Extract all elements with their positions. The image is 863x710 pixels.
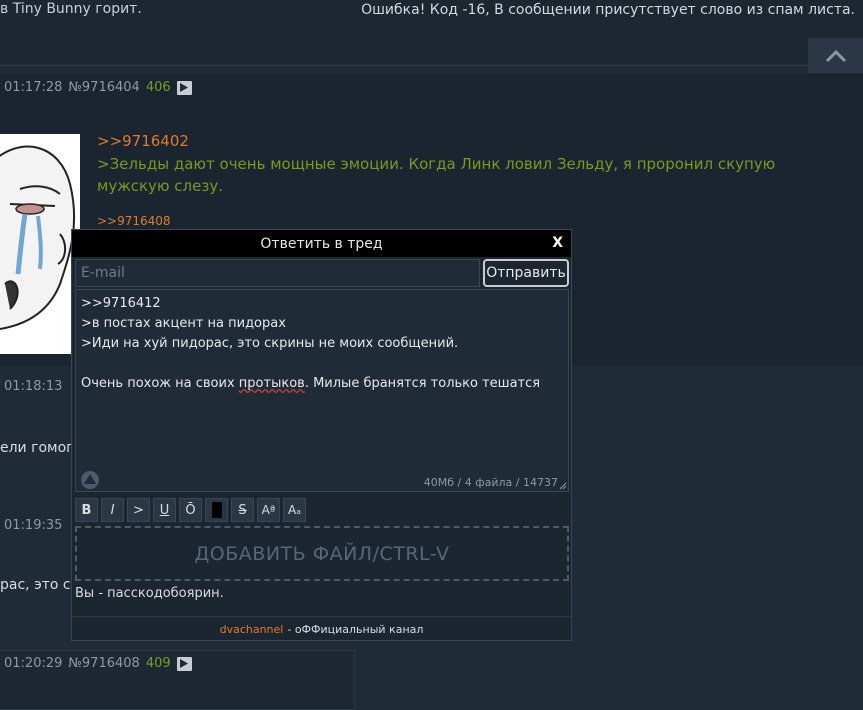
superscript-button[interactable]: Aª xyxy=(257,498,280,522)
reply-form-title-bar[interactable]: Ответить в тред xyxy=(72,230,571,257)
spoiler-icon xyxy=(211,502,222,518)
message-line: >>9716412 xyxy=(81,296,161,311)
post-time: 01:17:28 xyxy=(4,80,63,95)
play-icon xyxy=(180,83,189,92)
scroll-up-button[interactable] xyxy=(808,38,863,73)
italic-button[interactable]: I xyxy=(101,498,124,522)
bold-button[interactable]: B xyxy=(75,498,98,522)
form-footer: dvachannel - оФФициальный канал xyxy=(72,616,571,641)
message-line: >в постах акцент на пидорах xyxy=(81,316,286,331)
post-header: 01:17:28 №9716404 406 xyxy=(4,80,192,95)
strike-button[interactable]: S xyxy=(231,498,254,522)
underline-button[interactable]: U xyxy=(153,498,176,522)
markup-toolbar: B I > U Ō S Aª Aₐ xyxy=(75,498,306,522)
expand-button[interactable] xyxy=(176,656,192,671)
post-header: 01:19:35 xyxy=(4,518,62,533)
subscript-button[interactable]: Aₐ xyxy=(283,498,306,522)
post-header: 01:20:29 №9716408 409 xyxy=(4,656,192,671)
post-header: 01:18:13 xyxy=(4,379,62,394)
message-line-part: Очень похож на своих xyxy=(81,376,239,391)
file-dropzone[interactable]: ДОБАВИТЬ ФАЙЛ/CTRL-V xyxy=(75,526,569,581)
spoiler-button[interactable] xyxy=(205,498,228,522)
post-time: 01:19:35 xyxy=(4,518,63,533)
misspelled-word: протыков xyxy=(238,376,305,391)
post-number[interactable]: №9716404 xyxy=(68,80,139,95)
post-image[interactable] xyxy=(0,134,80,354)
message-textarea[interactable]: >>9716412 >в постах акцент на пидорах >И… xyxy=(75,289,569,492)
play-icon xyxy=(180,659,189,668)
captcha-logo-icon xyxy=(81,471,99,489)
email-field[interactable] xyxy=(75,259,480,287)
reply-count: 409 xyxy=(145,656,171,671)
reply-count: 406 xyxy=(145,80,171,95)
passcode-status: Вы - пасскодобоярин. xyxy=(75,586,224,601)
chevron-up-icon xyxy=(825,49,846,62)
previous-post-text: в Tiny Bunny горит. xyxy=(0,1,142,17)
post-time: 01:20:29 xyxy=(4,656,63,671)
expand-button[interactable] xyxy=(176,80,192,95)
reply-form-title: Ответить в тред xyxy=(260,235,383,252)
error-message: Ошибка! Код -16, В сообщении присутствуе… xyxy=(361,2,855,18)
message-text: >>9716412 >в постах акцент на пидорах >И… xyxy=(81,294,561,394)
captcha-icon[interactable] xyxy=(80,470,100,490)
message-line-part: . Милые бранятся только тешатся xyxy=(304,376,541,391)
footer-text: - оФФициальный канал xyxy=(287,622,424,636)
reply-form: Ответить в тред X Отправить >>9716412 >в… xyxy=(71,229,572,641)
close-button[interactable]: X xyxy=(552,235,563,251)
post-text: рас, это с xyxy=(0,577,71,593)
resize-grip-icon[interactable] xyxy=(559,482,567,490)
message-line: >Иди на хуй пидорас, это скрины не моих … xyxy=(81,336,459,351)
post-time: 01:18:13 xyxy=(4,379,63,394)
channel-link[interactable]: dvachannel xyxy=(220,623,284,636)
send-button[interactable]: Отправить xyxy=(483,259,569,287)
crying-wojak-image xyxy=(0,134,80,354)
file-limits: 40Мб / 4 файла / 14737 xyxy=(423,476,558,489)
quote-button[interactable]: > xyxy=(127,498,150,522)
greentext-quote: >Зельды дают очень мощные эмоции. Когда … xyxy=(97,155,776,195)
post-text: ели гомоге xyxy=(0,440,83,456)
post-number[interactable]: №9716408 xyxy=(68,656,139,671)
overline-button[interactable]: Ō xyxy=(179,498,202,522)
reply-link[interactable]: >>9716402 xyxy=(97,132,189,150)
backlink[interactable]: >>9716408 xyxy=(97,214,171,228)
